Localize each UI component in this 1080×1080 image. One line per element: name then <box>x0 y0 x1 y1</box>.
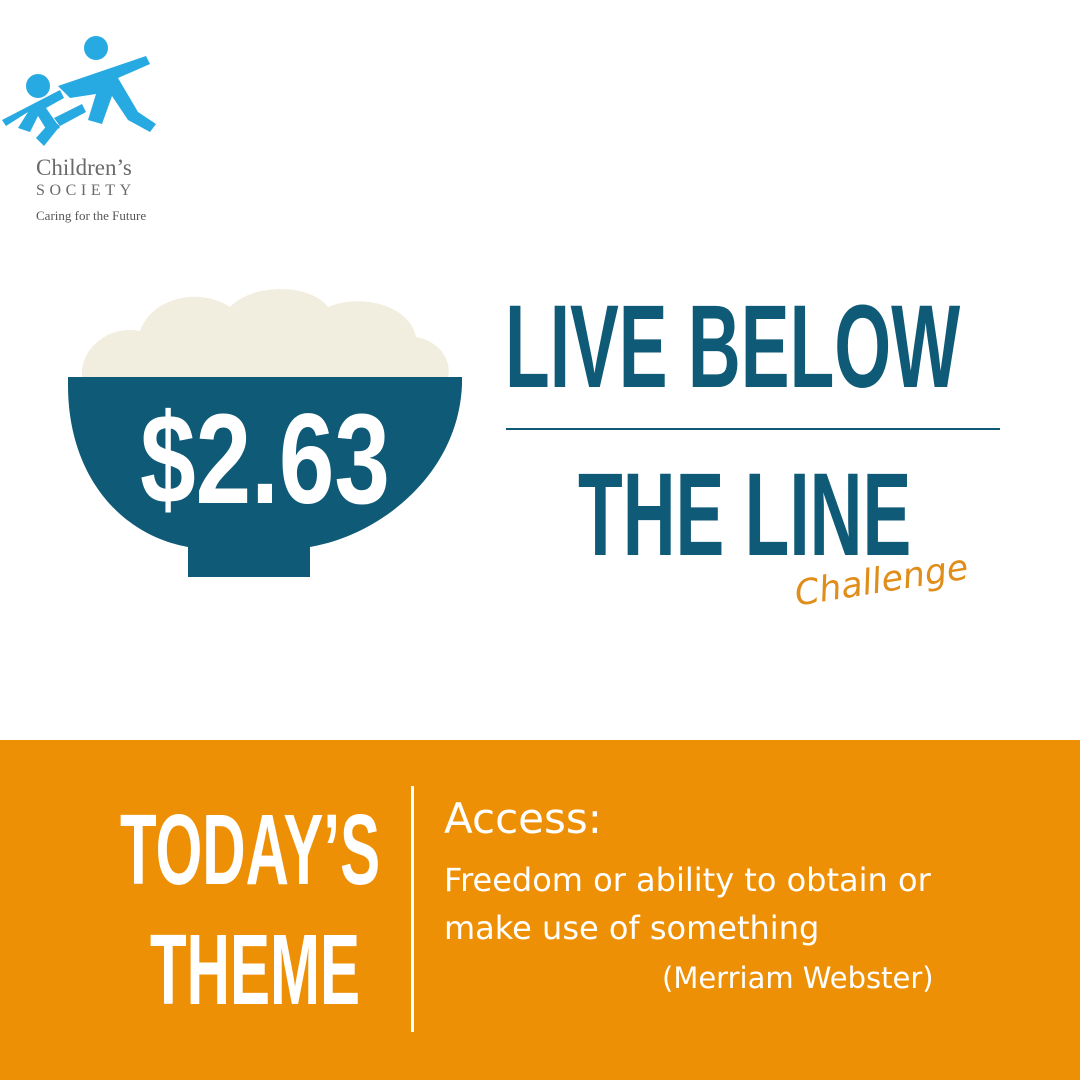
rice-mound <box>81 289 449 377</box>
children-figures-icon <box>2 36 156 146</box>
headline-divider <box>506 428 1000 430</box>
price-label: $2.63 <box>140 388 390 531</box>
logo-name: Children’s <box>36 155 132 180</box>
theme-term: Access: <box>444 794 602 843</box>
theme-label-line1: TODAY’S <box>120 794 381 906</box>
poster: Children’s SOCIETY Caring for the Future… <box>0 0 1080 1080</box>
headline-line1: LIVE BELOW <box>505 281 961 413</box>
logo-society: SOCIETY <box>36 182 136 199</box>
theme-definition: Freedom or ability to obtain or make use… <box>444 861 931 947</box>
theme-divider <box>411 786 414 1032</box>
rice-bowl-icon: $2.63 <box>68 289 462 577</box>
theme-label-line2: THEME <box>150 914 360 1026</box>
logo-tagline: Caring for the Future <box>36 208 147 223</box>
childrens-society-logo: Children’s SOCIETY Caring for the Future <box>0 28 200 228</box>
theme-source: (Merriam Webster) <box>662 961 934 995</box>
headline-line2: THE LINE <box>578 449 912 581</box>
